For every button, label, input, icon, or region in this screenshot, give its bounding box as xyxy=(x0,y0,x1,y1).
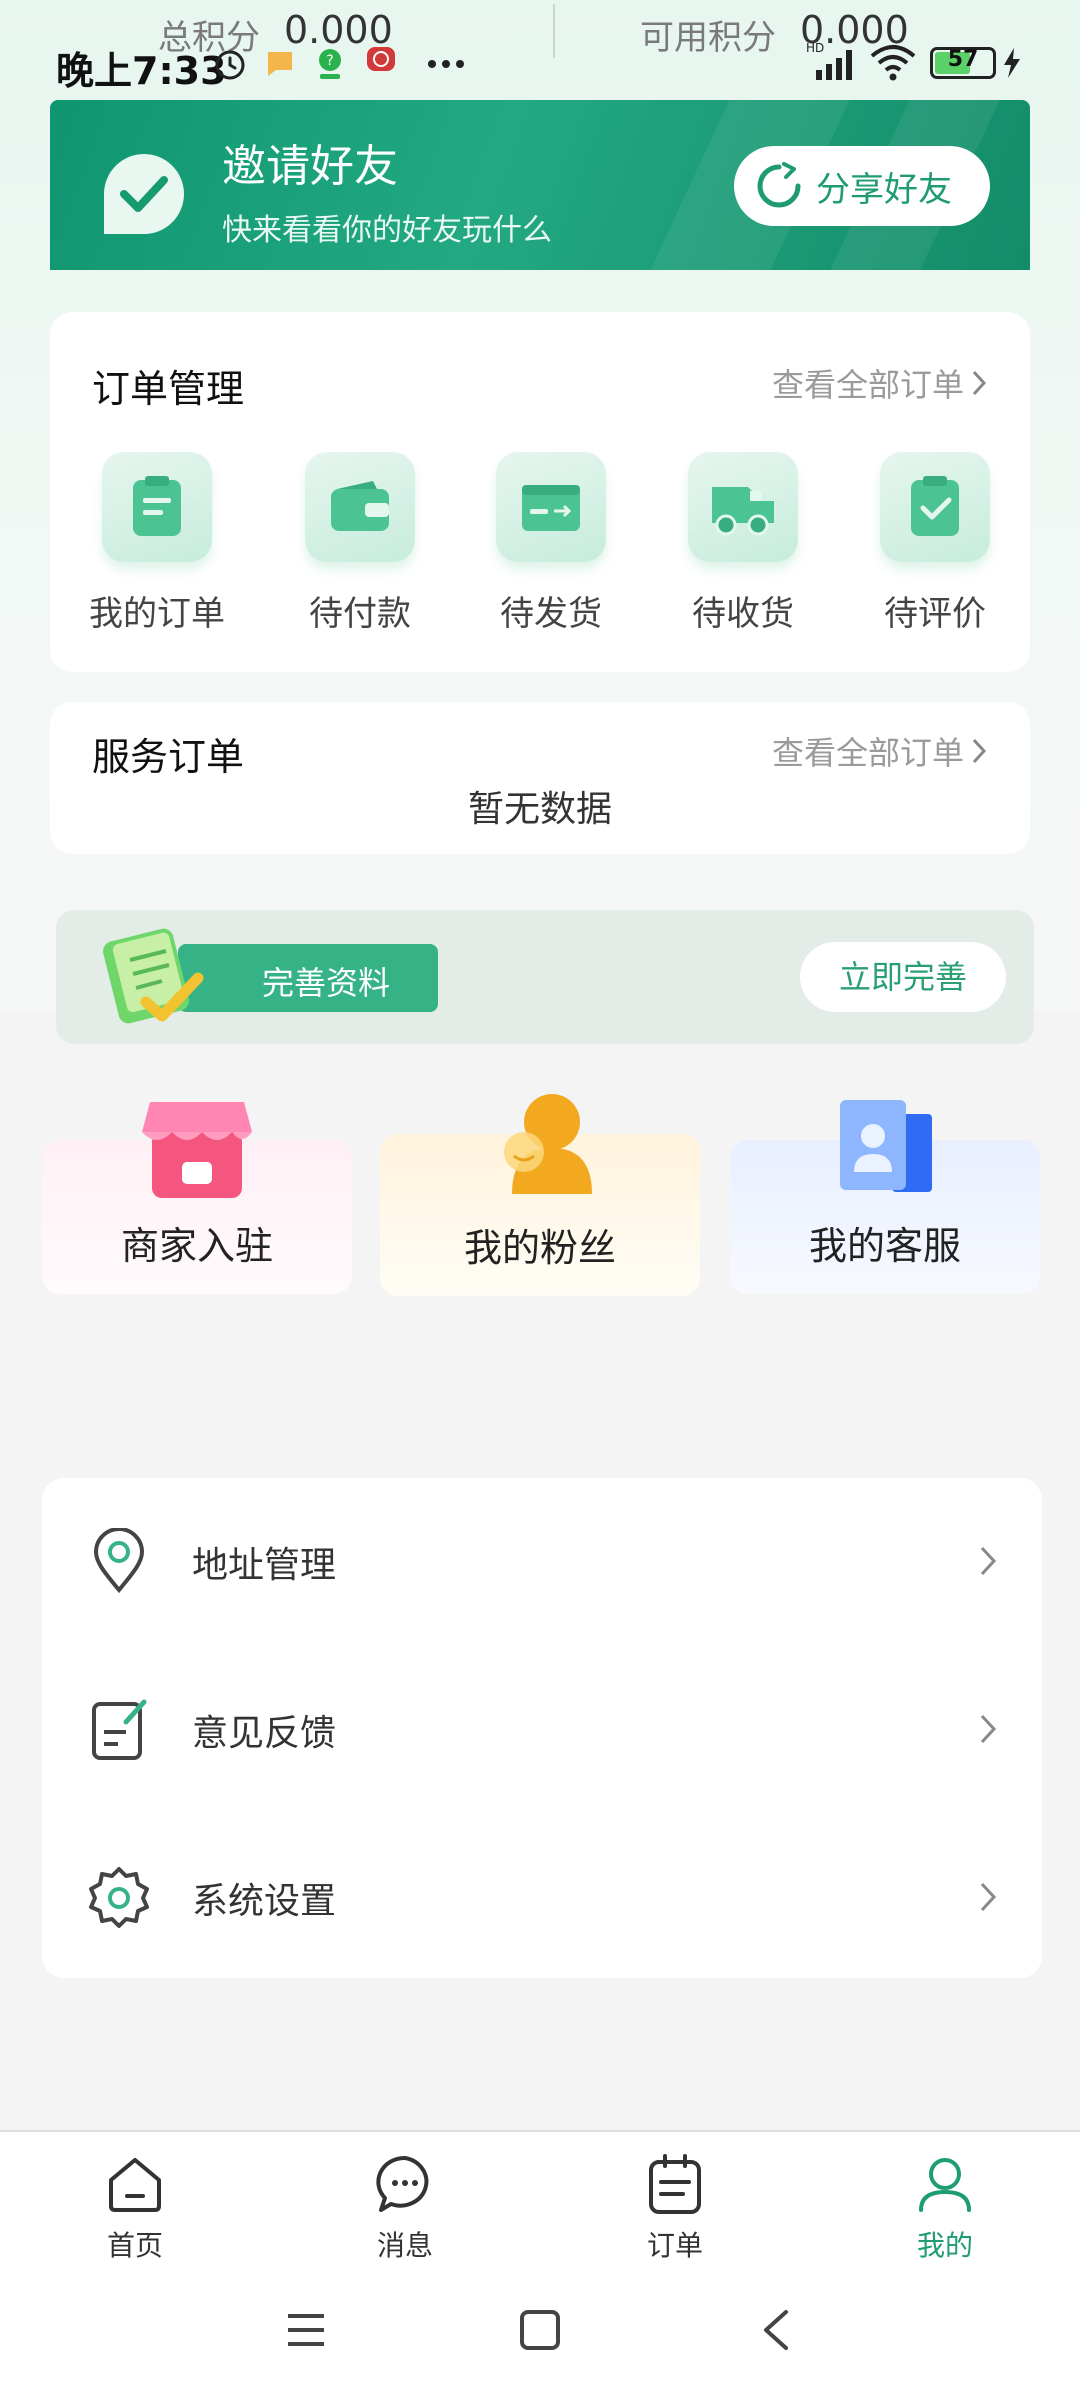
order-item-pending-review[interactable]: 待评价 xyxy=(860,452,1010,635)
nav-label: 我的 xyxy=(916,2229,973,2262)
invite-check-icon xyxy=(104,154,184,234)
svg-text:?: ? xyxy=(326,53,333,69)
back-icon[interactable] xyxy=(756,2308,796,2352)
service-orders-card: 服务订单 查看全部订单 暂无数据 xyxy=(50,702,1030,854)
home-square-icon[interactable] xyxy=(518,2308,562,2352)
view-all-service-orders-label: 查看全部订单 xyxy=(771,734,964,772)
feature-label: 我的粉丝 xyxy=(463,1226,616,1270)
view-all-orders-label: 查看全部订单 xyxy=(771,366,964,404)
order-item-label: 我的订单 xyxy=(89,594,225,634)
status-bar: 总积分 0.000 可用积分 0.000 晚上7:33 ? HD 57 xyxy=(0,0,1080,95)
available-points-label: 可用积分 xyxy=(640,18,776,58)
points-divider xyxy=(553,4,555,58)
profile-page: 总积分 0.000 可用积分 0.000 晚上7:33 ? HD 57 邀请好友… xyxy=(0,0,1080,2400)
chevron-right-icon xyxy=(972,370,987,396)
order-item-pending-receipt[interactable]: 待收货 xyxy=(668,452,818,635)
app-notification-icon: ? xyxy=(319,49,341,79)
nav-home[interactable]: 首页 xyxy=(55,2152,215,2264)
complete-profile-banner: 完善资料 立即完善 xyxy=(56,910,1034,1044)
nav-profile[interactable]: 我的 xyxy=(865,2152,1025,2264)
alarm-icon xyxy=(215,50,245,80)
signal-icon: HD xyxy=(806,41,852,80)
app-badge-icon xyxy=(367,47,395,71)
notebook-check-icon xyxy=(103,928,204,1024)
menu-item-settings[interactable]: 系统设置 xyxy=(42,1814,1042,1982)
settings-menu: 地址管理 意见反馈 系统设置 xyxy=(42,1478,1042,1978)
battery-icon: 57 xyxy=(930,47,996,79)
nav-label: 消息 xyxy=(376,2229,433,2262)
box-icon xyxy=(522,485,580,531)
more-notifications-icon xyxy=(428,60,464,68)
user-icon xyxy=(919,2158,971,2212)
order-icon xyxy=(649,2154,701,2214)
share-friends-label: 分享好友 xyxy=(816,169,952,210)
order-item-label: 待付款 xyxy=(309,594,411,634)
home-icon xyxy=(109,2158,161,2212)
battery-level: 57 xyxy=(947,47,979,72)
menu-item-label: 地址管理 xyxy=(192,1545,337,1586)
feature-my-fans[interactable]: 我的粉丝 xyxy=(380,1094,700,1296)
order-item-label: 待收货 xyxy=(692,594,794,634)
feature-merchant-join[interactable]: 商家入驻 xyxy=(42,1102,352,1294)
bottom-navigation: 首页 消息 订单 我的 xyxy=(0,2130,1080,2280)
feedback-icon xyxy=(92,1699,147,1760)
fans-icon xyxy=(504,1094,592,1194)
feature-label: 我的客服 xyxy=(808,1224,961,1268)
complete-now-button[interactable]: 立即完善 xyxy=(800,942,1006,1012)
message-notification-icon xyxy=(268,52,292,76)
complete-profile-label: 完善资料 xyxy=(262,964,391,1002)
location-pin-icon xyxy=(93,1528,145,1594)
menu-item-label: 系统设置 xyxy=(192,1881,337,1922)
complete-profile-tag: 完善资料 xyxy=(178,944,438,1012)
menu-item-label: 意见反馈 xyxy=(192,1713,337,1754)
chevron-right-icon xyxy=(980,1546,997,1576)
chevron-right-icon xyxy=(980,1714,997,1744)
feature-label: 商家入驻 xyxy=(120,1224,273,1268)
share-refresh-icon xyxy=(757,162,801,208)
menu-item-feedback[interactable]: 意见反馈 xyxy=(42,1646,1042,1814)
invite-subtitle: 快来看看你的好友玩什么 xyxy=(222,213,552,248)
message-icon xyxy=(376,2155,429,2212)
truck-icon xyxy=(712,487,774,536)
charging-icon xyxy=(1004,48,1020,78)
network-type: HD xyxy=(806,41,824,55)
menu-icon[interactable] xyxy=(284,2308,328,2352)
order-item-label: 待评价 xyxy=(884,594,986,634)
menu-item-address[interactable]: 地址管理 xyxy=(42,1478,1042,1646)
nav-messages[interactable]: 消息 xyxy=(325,2152,485,2264)
invite-title: 邀请好友 xyxy=(222,141,398,192)
view-all-orders-link[interactable]: 查看全部订单 xyxy=(772,360,988,406)
order-item-pending-shipment[interactable]: 待发货 xyxy=(476,452,626,635)
order-item-label: 待发货 xyxy=(500,594,602,634)
view-all-service-orders-link[interactable]: 查看全部订单 xyxy=(772,728,988,774)
review-icon xyxy=(911,476,959,536)
service-orders-title: 服务订单 xyxy=(92,735,245,779)
invite-friends-banner[interactable]: 邀请好友 快来看看你的好友玩什么 分享好友 xyxy=(50,100,1030,270)
settings-gear-icon xyxy=(89,1867,149,1928)
share-friends-button[interactable]: 分享好友 xyxy=(734,146,990,226)
nav-orders[interactable]: 订单 xyxy=(595,2152,755,2264)
order-item-pending-payment[interactable]: 待付款 xyxy=(285,452,435,635)
chevron-right-icon xyxy=(980,1882,997,1912)
order-management-title: 订单管理 xyxy=(92,367,245,411)
store-icon xyxy=(142,1102,252,1198)
order-item-my-orders[interactable]: 我的订单 xyxy=(82,452,232,635)
feature-customer-service[interactable]: 我的客服 xyxy=(730,1100,1040,1294)
empty-state-text: 暂无数据 xyxy=(467,789,612,830)
system-navigation-bar xyxy=(0,2280,1080,2400)
clipboard-icon xyxy=(133,476,181,536)
wifi-icon xyxy=(870,45,916,81)
wallet-icon xyxy=(331,481,389,531)
status-time: 晚上7:33 xyxy=(56,49,227,93)
nav-label: 首页 xyxy=(106,2229,163,2262)
order-management-card: 订单管理 查看全部订单 我的订单 待付款 待发货 待收货 待评价 xyxy=(50,312,1030,672)
nav-label: 订单 xyxy=(646,2229,703,2262)
customer-service-icon xyxy=(840,1100,932,1192)
chevron-right-icon xyxy=(972,738,987,764)
